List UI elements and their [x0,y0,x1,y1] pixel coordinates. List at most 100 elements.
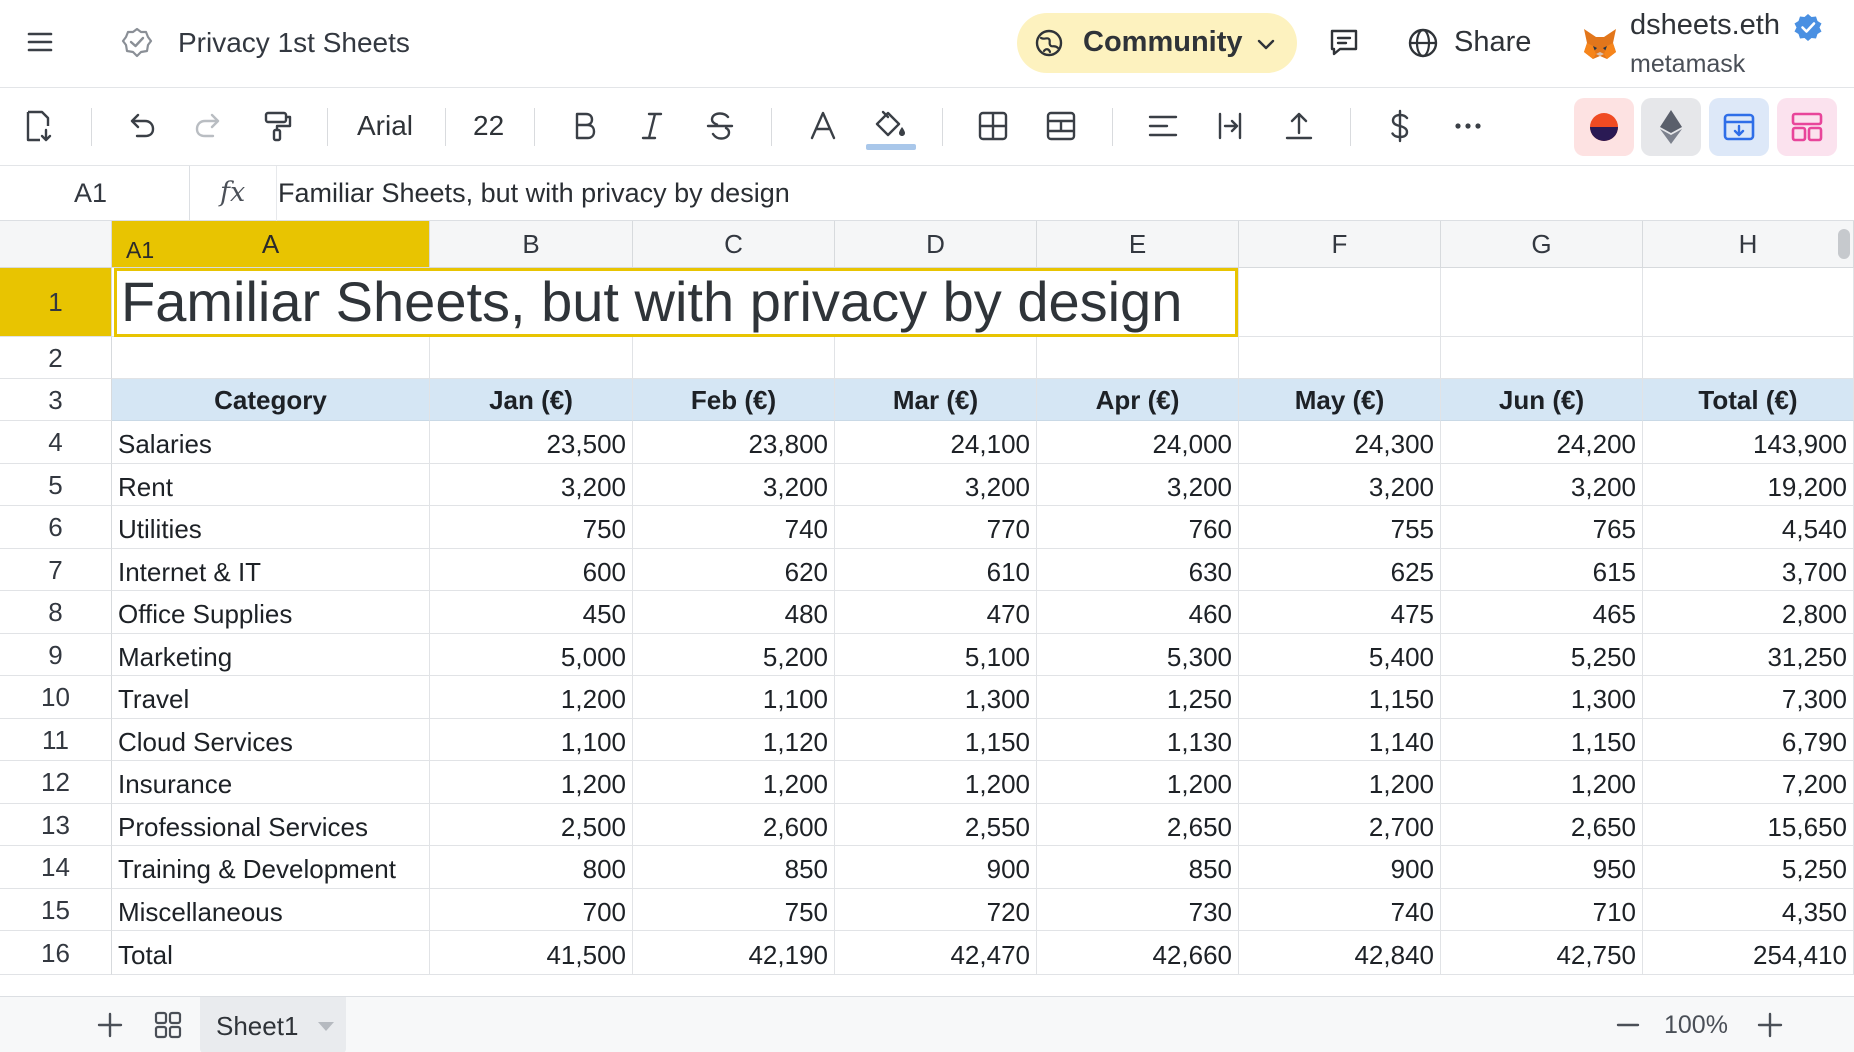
value-cell[interactable]: 5,100 [835,634,1037,676]
value-cell[interactable]: 3,700 [1643,549,1854,591]
value-cell[interactable]: 31,250 [1643,634,1854,676]
row-header-9[interactable]: 9 [0,634,112,676]
sheets-grid-icon[interactable] [152,1009,184,1041]
table-header-cell[interactable]: Mar (€) [835,379,1037,421]
doc-title[interactable]: Privacy 1st Sheets [178,26,410,60]
table-header-cell[interactable]: Total (€) [1643,379,1854,421]
value-cell[interactable]: 1,300 [835,676,1037,719]
row-header-11[interactable]: 11 [0,719,112,761]
value-cell[interactable]: 2,650 [1037,804,1239,846]
merge-icon[interactable] [1043,108,1079,144]
value-cell[interactable]: 700 [430,889,633,931]
value-cell[interactable]: 1,200 [1239,761,1441,804]
zoom-out-icon[interactable] [1612,1009,1644,1041]
value-cell[interactable]: 1,130 [1037,719,1239,761]
plugin-button-layout[interactable] [1777,98,1837,156]
value-cell[interactable]: 2,800 [1643,591,1854,634]
category-cell[interactable]: Salaries [112,421,430,464]
value-cell[interactable]: 1,250 [1037,676,1239,719]
undo-icon[interactable] [123,108,159,144]
sheet-tab[interactable]: Sheet1 [200,997,346,1052]
value-cell[interactable]: 6,790 [1643,719,1854,761]
value-cell[interactable]: 460 [1037,591,1239,634]
value-cell[interactable]: 3,200 [430,464,633,506]
value-cell[interactable]: 730 [1037,889,1239,931]
value-cell[interactable]: 475 [1239,591,1441,634]
value-cell[interactable]: 143,900 [1643,421,1854,464]
value-cell[interactable]: 3,200 [835,464,1037,506]
column-header-d[interactable]: D [835,221,1037,268]
table-header-cell[interactable]: Feb (€) [633,379,835,421]
row-header-7[interactable]: 7 [0,549,112,591]
column-header-a[interactable]: A [112,221,430,268]
value-cell[interactable]: 19,200 [1643,464,1854,506]
category-cell[interactable]: Office Supplies [112,591,430,634]
grid-cell[interactable] [1037,337,1239,379]
value-cell[interactable]: 755 [1239,506,1441,549]
value-cell[interactable]: 2,700 [1239,804,1441,846]
row-header-4[interactable]: 4 [0,421,112,464]
row-header-8[interactable]: 8 [0,591,112,634]
category-cell[interactable]: Professional Services [112,804,430,846]
value-cell[interactable]: 41,500 [430,931,633,975]
value-cell[interactable]: 765 [1441,506,1643,549]
value-cell[interactable]: 5,200 [633,634,835,676]
bold-icon[interactable] [566,108,602,144]
table-header-cell[interactable]: Jan (€) [430,379,633,421]
wrap-icon[interactable] [1213,108,1249,144]
value-cell[interactable]: 720 [835,889,1037,931]
column-header-h[interactable]: H [1643,221,1854,268]
grid-cell[interactable] [430,337,633,379]
value-cell[interactable]: 5,300 [1037,634,1239,676]
grid-cell[interactable] [1441,337,1643,379]
currency-icon[interactable] [1382,108,1418,144]
row-header-14[interactable]: 14 [0,846,112,889]
font-size-select[interactable]: 22 [473,110,504,142]
text-color-icon[interactable] [805,108,841,144]
value-cell[interactable]: 7,300 [1643,676,1854,719]
category-cell[interactable]: Internet & IT [112,549,430,591]
font-family-select[interactable]: Arial [357,110,413,142]
save-icon[interactable] [20,108,56,144]
value-cell[interactable]: 5,250 [1643,846,1854,889]
value-cell[interactable]: 1,150 [1441,719,1643,761]
value-cell[interactable]: 1,140 [1239,719,1441,761]
value-cell[interactable]: 2,600 [633,804,835,846]
value-cell[interactable]: 760 [1037,506,1239,549]
value-cell[interactable]: 900 [835,846,1037,889]
value-cell[interactable]: 5,250 [1441,634,1643,676]
value-cell[interactable]: 1,200 [1441,761,1643,804]
select-all-corner[interactable] [0,221,112,268]
value-cell[interactable]: 1,200 [835,761,1037,804]
value-cell[interactable]: 1,120 [633,719,835,761]
value-cell[interactable]: 800 [430,846,633,889]
value-cell[interactable]: 710 [1441,889,1643,931]
category-cell[interactable]: Marketing [112,634,430,676]
plugin-button-import[interactable] [1709,98,1769,156]
cell-reference-box[interactable]: A1 [0,166,190,221]
value-cell[interactable]: 2,500 [430,804,633,846]
column-header-c[interactable]: C [633,221,835,268]
row-header-10[interactable]: 10 [0,676,112,719]
value-cell[interactable]: 630 [1037,549,1239,591]
table-header-cell[interactable]: Apr (€) [1037,379,1239,421]
row-header-13[interactable]: 13 [0,804,112,846]
value-cell[interactable]: 450 [430,591,633,634]
table-header-cell[interactable]: Category [112,379,430,421]
sheet-tab-dropdown-icon[interactable] [316,1019,336,1033]
paint-format-icon[interactable] [259,108,295,144]
value-cell[interactable]: 1,150 [835,719,1037,761]
value-cell[interactable]: 600 [430,549,633,591]
redo-icon[interactable] [191,108,227,144]
grid-cell[interactable] [633,337,835,379]
row-header-5[interactable]: 5 [0,464,112,506]
vertical-scrollbar[interactable] [1838,229,1850,259]
value-cell[interactable]: 42,660 [1037,931,1239,975]
row-header-15[interactable]: 15 [0,889,112,931]
plugin-button-red[interactable] [1574,98,1634,156]
column-header-b[interactable]: B [430,221,633,268]
value-cell[interactable]: 15,650 [1643,804,1854,846]
value-cell[interactable]: 750 [633,889,835,931]
value-cell[interactable]: 42,190 [633,931,835,975]
add-sheet-icon[interactable] [94,1009,126,1041]
